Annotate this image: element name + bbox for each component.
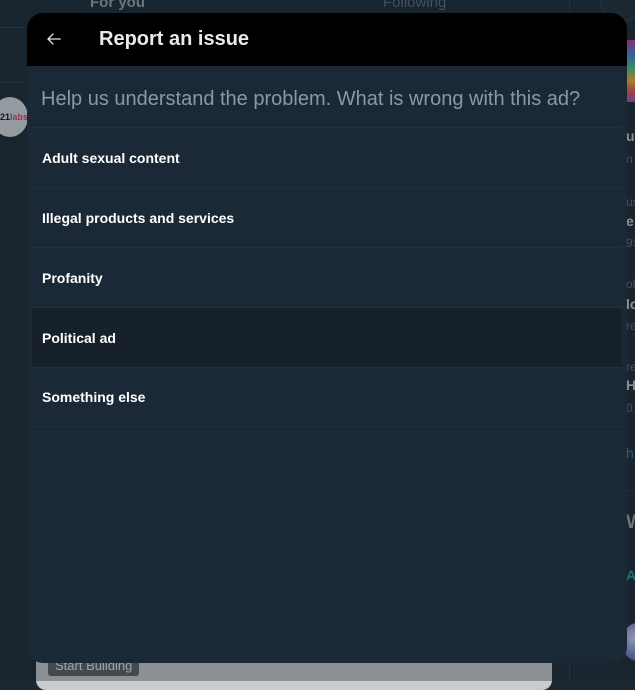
option-label: Profanity	[42, 269, 103, 286]
option-label: Adult sexual content	[42, 149, 180, 166]
option-profanity[interactable]: Profanity	[32, 247, 622, 307]
option-label: Something else	[42, 389, 146, 405]
report-issue-dialog: Report an issue Help us understand the p…	[27, 13, 627, 663]
option-label: Political ad	[42, 329, 116, 346]
dialog-header: Report an issue	[27, 13, 627, 66]
option-political-ad[interactable]: Political ad	[32, 307, 622, 367]
back-button[interactable]	[37, 22, 71, 56]
arrow-left-icon	[47, 33, 61, 45]
dialog-prompt: Help us understand the problem. What is …	[41, 88, 581, 110]
dialog-title: Report an issue	[99, 28, 250, 50]
option-label: Illegal products and services	[42, 209, 235, 226]
option-illegal-products[interactable]: Illegal products and services	[32, 187, 622, 247]
option-adult-sexual-content[interactable]: Adult sexual content	[32, 127, 622, 187]
report-options-list: Adult sexual content Illegal products an…	[32, 127, 622, 427]
option-something-else[interactable]: Something else	[32, 367, 622, 427]
